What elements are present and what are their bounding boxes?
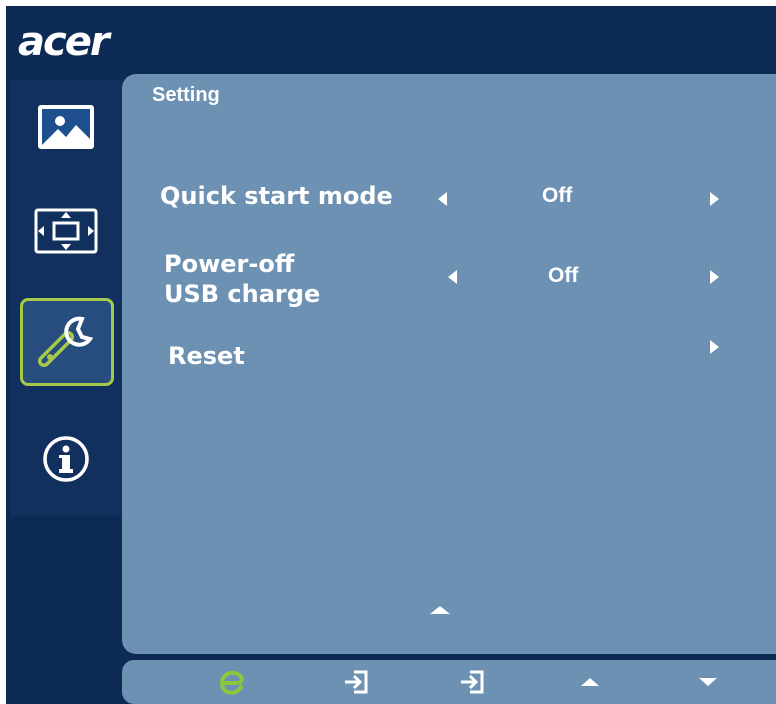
usb-charge-label-line2: USB charge xyxy=(164,280,321,308)
screen-position-icon xyxy=(34,208,98,254)
scroll-up-arrow[interactable] xyxy=(430,606,450,614)
down-arrow-icon xyxy=(699,678,717,686)
sidebar xyxy=(10,80,122,516)
sidebar-item-screen[interactable] xyxy=(18,188,114,274)
up-key[interactable] xyxy=(570,666,610,698)
input-source-icon xyxy=(461,670,484,694)
usb-charge-left-arrow[interactable] xyxy=(448,270,457,284)
sidebar-item-info[interactable] xyxy=(18,416,114,502)
e-mode-icon xyxy=(220,670,244,695)
setting-panel: Setting Quick start mode Off Power-off U… xyxy=(122,74,776,654)
osd-window: acer Setting Quick start mode Off Power-… xyxy=(6,6,776,704)
quick-start-right-arrow[interactable] xyxy=(710,192,719,206)
reset-right-arrow[interactable] xyxy=(710,340,719,354)
up-arrow-icon xyxy=(581,678,599,686)
quick-start-mode-value[interactable]: Off xyxy=(542,184,572,208)
acer-logo: acer xyxy=(18,19,110,65)
setting-wrench-icon xyxy=(38,316,94,367)
quick-start-mode-label: Quick start mode xyxy=(160,182,393,210)
usb-charge-right-arrow[interactable] xyxy=(710,270,719,284)
reset-label[interactable]: Reset xyxy=(168,342,245,370)
power-off-label-line1: Power-off xyxy=(164,250,295,278)
key-bar xyxy=(122,660,776,704)
picture-icon xyxy=(38,105,94,149)
input-enter-key[interactable] xyxy=(336,666,376,698)
info-icon xyxy=(43,436,89,482)
down-key[interactable] xyxy=(688,666,728,698)
e-mode-key[interactable] xyxy=(212,666,252,698)
usb-charge-value[interactable]: Off xyxy=(548,264,578,288)
quick-start-left-arrow[interactable] xyxy=(438,192,447,206)
sidebar-item-picture[interactable] xyxy=(18,84,114,170)
input-source-key[interactable] xyxy=(452,666,492,698)
sidebar-item-setting[interactable] xyxy=(20,298,114,386)
input-enter-icon xyxy=(345,670,368,694)
panel-title: Setting xyxy=(152,84,220,106)
